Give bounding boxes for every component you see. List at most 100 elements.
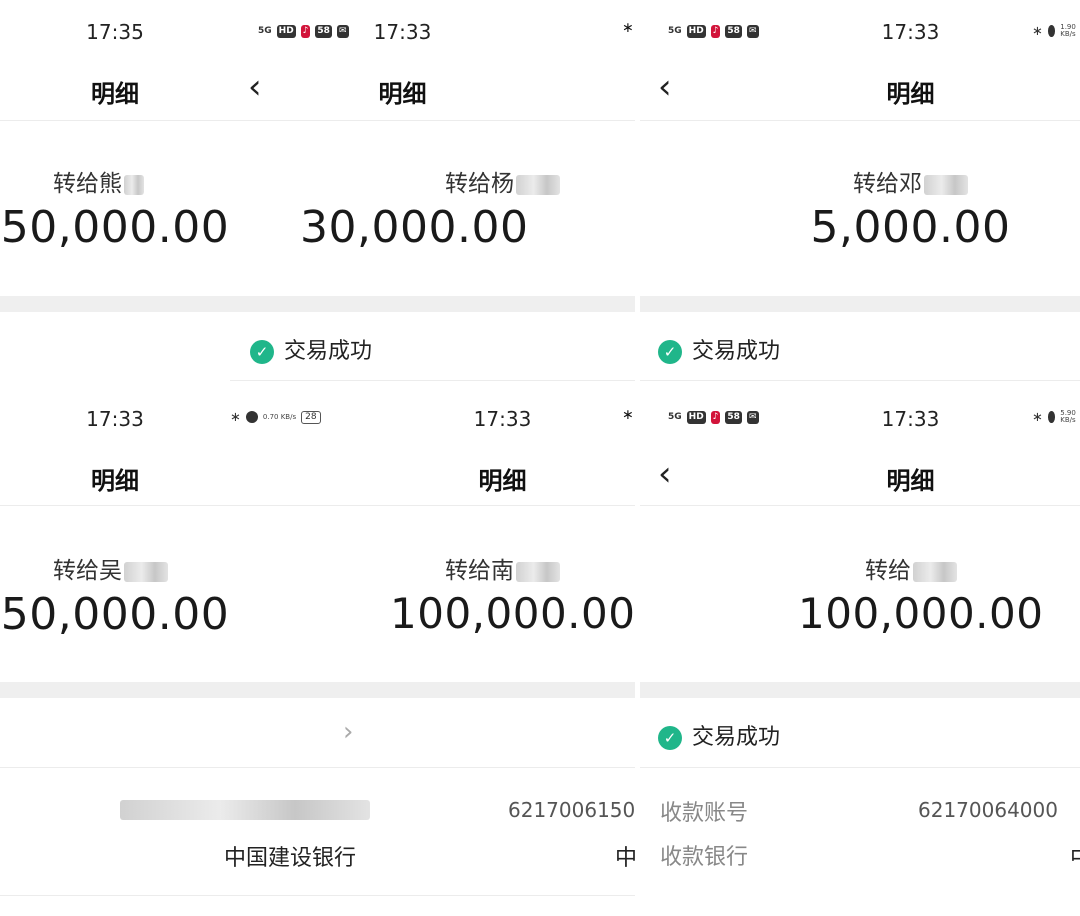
amount: 5,000.00 [810, 202, 1011, 253]
recipient-label: 转给杨 [445, 164, 560, 198]
recipient-label: 转给邓 [853, 164, 968, 198]
transaction-status: ✓ 交易成功 [658, 333, 780, 365]
recipient-prefix: 转给邓 [853, 171, 922, 197]
status-time: 17:33 [86, 407, 144, 431]
check-circle-icon: ✓ [250, 340, 274, 364]
bank-label: 收款银行 [660, 845, 749, 870]
message-icon: ✉ [746, 410, 759, 424]
screenshot-collage: 17:35 明细 转给熊 50,000.00 5G HD ♪ 58 ✉ ‹ 17… [0, 0, 1080, 916]
divider [370, 767, 635, 768]
status-right: ∗ 0.70 KB/s 28 [230, 409, 321, 425]
amount: 30,000.00 [300, 202, 529, 253]
transaction-status: ✓ 交易成功 [250, 333, 372, 365]
amount: 50,000.00 [0, 202, 230, 253]
hd-icon: HD [686, 24, 706, 38]
section-band [640, 682, 1080, 698]
section-band [0, 296, 230, 312]
battery-icon: 28 [301, 410, 321, 424]
redacted-name [516, 561, 560, 582]
status-time: 17:33 [473, 407, 532, 431]
page-title: 明细 [91, 467, 139, 495]
douyin-icon: ♪ [710, 24, 721, 38]
bluetooth-icon: ∗ [622, 407, 634, 423]
divider [230, 120, 635, 121]
amount: 50,000.00 [0, 589, 230, 640]
status-text: 交易成功 [692, 339, 781, 364]
page-title: 明细 [378, 80, 427, 108]
redacted-name [124, 174, 144, 195]
divider [0, 767, 370, 768]
message-icon: ✉ [746, 24, 759, 38]
page-title: 明细 [886, 80, 935, 108]
net-rate: 1.90 KB/s [1060, 23, 1076, 38]
status-time: 17:35 [86, 20, 144, 44]
bluetooth-icon: ∗ [230, 409, 241, 425]
redacted-name [913, 561, 957, 582]
signal-icon: 5G [668, 412, 682, 422]
redacted-account [120, 800, 370, 820]
status-text: 交易成功 [692, 725, 781, 750]
bank-name-partial: 中 [1070, 840, 1080, 872]
transaction-status: ✓ 交易成功 [658, 719, 780, 751]
section-band [640, 296, 1080, 312]
divider [640, 505, 1080, 506]
bank-name-partial: 中 [615, 846, 635, 871]
account-number-partial: 62170061500 [508, 798, 635, 822]
hd-icon: HD [276, 24, 296, 38]
recipient-label: 转给吴 [53, 551, 168, 585]
bluetooth-icon: ∗ [1032, 23, 1043, 39]
status-icons: 5G HD ♪ 58 ✉ [668, 410, 759, 424]
status-text: 交易成功 [284, 339, 373, 364]
divider [640, 120, 1080, 121]
back-icon[interactable]: ‹ [658, 457, 672, 491]
panel-2: 5G HD ♪ 58 ✉ ‹ 17:33 明细 转给杨 30,000.00 ✓ 交… [230, 0, 635, 385]
section-band [0, 682, 370, 698]
recipient-prefix: 转给熊 [53, 171, 122, 197]
page-title: 明细 [91, 80, 139, 108]
alarm-icon [1047, 411, 1056, 423]
back-icon[interactable]: ‹ [248, 70, 262, 104]
badge-icon: 58 [725, 410, 742, 424]
section-band [230, 296, 635, 312]
section-band [370, 682, 635, 698]
status-time: 17:33 [881, 407, 940, 431]
douyin-icon: ♪ [710, 410, 721, 424]
recipient-label: 转给南 [445, 551, 560, 585]
chevron-right-icon[interactable]: › [343, 717, 353, 747]
divider [0, 895, 370, 896]
hd-icon: HD [686, 410, 706, 424]
status-right: ∗ 1.90 KB/s [1032, 23, 1080, 39]
page-title: 明细 [478, 467, 527, 495]
back-icon[interactable]: ‹ [658, 70, 672, 104]
redacted-name [124, 561, 168, 582]
recipient-prefix: 转给南 [445, 558, 514, 584]
divider [230, 380, 635, 381]
account-number-partial: 62170064000 [918, 798, 1058, 822]
redacted-name [516, 174, 560, 195]
divider [640, 380, 1080, 381]
bluetooth-icon: ∗ [622, 20, 634, 36]
divider [370, 895, 635, 896]
divider [0, 505, 370, 506]
alarm-icon [1047, 25, 1056, 37]
divider [640, 767, 1080, 768]
bank-name: 中国建设银行 [224, 846, 357, 871]
badge-icon: 58 [725, 24, 742, 38]
recipient-label: 转给熊 [53, 164, 144, 198]
signal-icon: 5G [668, 26, 682, 36]
status-time: 17:33 [881, 20, 940, 44]
net-rate: 0.70 KB/s [262, 412, 297, 421]
signal-icon: 5G [258, 26, 272, 36]
bluetooth-icon: ∗ [1032, 409, 1043, 425]
status-time: 17:33 [373, 20, 432, 44]
check-circle-icon: ✓ [658, 726, 682, 750]
alarm-icon [245, 411, 258, 423]
divider [370, 505, 635, 506]
page-title: 明细 [886, 467, 935, 495]
check-circle-icon: ✓ [658, 340, 682, 364]
status-right: ∗ 5.90 KB/s [1032, 409, 1080, 425]
recipient-label: 转给 [865, 551, 957, 585]
status-icons: 5G HD ♪ 58 ✉ [668, 24, 759, 38]
recipient-prefix: 转给杨 [445, 171, 514, 197]
panel-3: 5G HD ♪ 58 ✉ ∗ 1.90 KB/s ‹ 17:33 明细 转给邓 … [640, 0, 1080, 385]
